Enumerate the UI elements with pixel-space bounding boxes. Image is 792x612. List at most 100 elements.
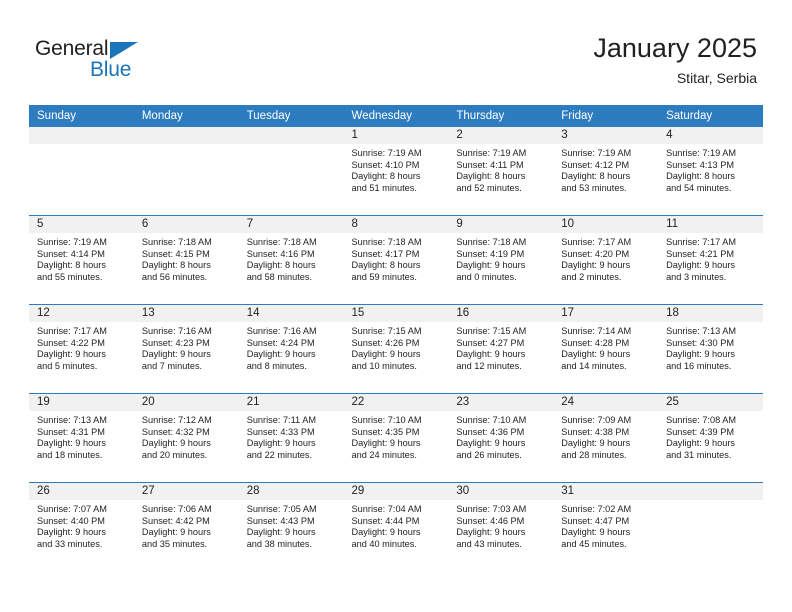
day-cell[interactable]: 11 Sunrise: 7:17 AM Sunset: 4:21 PM Dayligh…	[658, 216, 763, 304]
day-details: Sunrise: 7:04 AM Sunset: 4:44 PM Daylight:…	[344, 500, 449, 550]
empty-day-cell	[133, 127, 239, 215]
day-cell[interactable]: 23 Sunrise: 7:10 AM Sunset: 4:36 PM Dayligh…	[448, 394, 554, 482]
sunset-time: Sunset: 4:44 PM	[351, 515, 420, 526]
day-cell[interactable]: 8 Sunrise: 7:18 AM Sunset: 4:17 PM Daylight…	[343, 216, 449, 304]
sunrise-time: Sunrise: 7:04 AM	[351, 504, 422, 514]
daylight-minutes: and 8 minutes.	[246, 360, 307, 371]
empty-day-cell	[658, 483, 763, 571]
sunset-time: Sunset: 4:22 PM	[37, 337, 105, 348]
day-number: 5	[29, 216, 134, 233]
day-cell[interactable]: 25 Sunrise: 7:08 AM Sunset: 4:39 PM Dayligh…	[658, 394, 763, 482]
sunrise-time: Sunrise: 7:05 AM	[246, 504, 317, 514]
daylight-minutes: and 52 minutes.	[456, 182, 522, 193]
day-details: Sunrise: 7:19 AM Sunset: 4:13 PM Daylight:…	[658, 144, 763, 194]
day-number: 8	[343, 216, 449, 233]
daylight-minutes: and 10 minutes.	[351, 360, 417, 371]
calendar-day-cell: 22 Sunrise: 7:10 AM Sunset: 4:35 PM Dayligh…	[343, 393, 449, 483]
day-cell[interactable]: 27 Sunrise: 7:06 AM Sunset: 4:42 PM Dayligh…	[133, 483, 239, 571]
daylight-minutes: and 55 minutes.	[37, 271, 103, 282]
calendar-day-cell: 6 Sunrise: 7:18 AM Sunset: 4:15 PM Daylight…	[133, 215, 239, 305]
day-cell[interactable]: 18 Sunrise: 7:13 AM Sunset: 4:30 PM Dayligh…	[658, 305, 763, 393]
weekday-header-saturday: Saturday	[658, 105, 763, 127]
day-cell[interactable]: 12 Sunrise: 7:17 AM Sunset: 4:22 PM Dayligh…	[29, 305, 134, 393]
day-cell[interactable]: 30 Sunrise: 7:03 AM Sunset: 4:46 PM Dayligh…	[448, 483, 554, 571]
sunrise-time: Sunrise: 7:06 AM	[141, 504, 212, 514]
sunset-time: Sunset: 4:28 PM	[561, 337, 630, 348]
sunset-time: Sunset: 4:31 PM	[37, 426, 105, 437]
general-blue-logo[interactable]: General Blue	[35, 38, 195, 84]
day-details	[134, 144, 239, 148]
daylight-hours: Daylight: 9 hours	[666, 349, 736, 360]
sunset-time: Sunset: 4:17 PM	[351, 248, 420, 259]
day-details: Sunrise: 7:19 AM Sunset: 4:12 PM Daylight:…	[553, 144, 658, 194]
day-cell[interactable]: 31 Sunrise: 7:02 AM Sunset: 4:47 PM Dayligh…	[553, 483, 659, 571]
page-subtitle: Stitar, Serbia	[676, 70, 757, 86]
day-cell[interactable]: 17 Sunrise: 7:14 AM Sunset: 4:28 PM Dayligh…	[553, 305, 659, 393]
day-cell[interactable]: 15 Sunrise: 7:15 AM Sunset: 4:26 PM Dayligh…	[343, 305, 449, 393]
calendar-day-cell: 11 Sunrise: 7:17 AM Sunset: 4:21 PM Dayligh…	[658, 215, 763, 305]
calendar-body: 1 Sunrise: 7:19 AM Sunset: 4:10 PM Daylight…	[29, 127, 763, 571]
daylight-hours: Daylight: 8 hours	[666, 171, 736, 182]
day-details: Sunrise: 7:18 AM Sunset: 4:19 PM Daylight:…	[448, 233, 553, 283]
sunset-time: Sunset: 4:43 PM	[246, 515, 315, 526]
sunrise-time: Sunrise: 7:03 AM	[456, 504, 527, 514]
day-cell[interactable]: 28 Sunrise: 7:05 AM Sunset: 4:43 PM Dayligh…	[238, 483, 344, 571]
logo-text-general: General	[35, 37, 109, 60]
sunrise-time: Sunrise: 7:10 AM	[351, 415, 422, 425]
day-number: 30	[448, 483, 554, 500]
calendar-day-cell: 20 Sunrise: 7:12 AM Sunset: 4:32 PM Dayligh…	[133, 393, 239, 483]
day-cell[interactable]: 20 Sunrise: 7:12 AM Sunset: 4:32 PM Dayligh…	[133, 394, 239, 482]
calendar-week-row: 19 Sunrise: 7:13 AM Sunset: 4:31 PM Dayligh…	[29, 393, 763, 483]
day-cell[interactable]: 7 Sunrise: 7:18 AM Sunset: 4:16 PM Daylight…	[238, 216, 344, 304]
sunrise-time: Sunrise: 7:13 AM	[666, 326, 737, 336]
calendar-day-cell: 2 Sunrise: 7:19 AM Sunset: 4:11 PM Daylight…	[448, 127, 554, 216]
calendar-day-cell: 10 Sunrise: 7:17 AM Sunset: 4:20 PM Dayligh…	[553, 215, 659, 305]
day-details: Sunrise: 7:16 AM Sunset: 4:24 PM Daylight:…	[239, 322, 344, 372]
page-header: General Blue January 2025 Stitar, Serbia	[0, 0, 792, 100]
day-cell[interactable]: 16 Sunrise: 7:15 AM Sunset: 4:27 PM Dayligh…	[448, 305, 554, 393]
daylight-hours: Daylight: 9 hours	[351, 438, 421, 449]
sunrise-time: Sunrise: 7:17 AM	[561, 237, 632, 247]
day-cell[interactable]: 6 Sunrise: 7:18 AM Sunset: 4:15 PM Daylight…	[133, 216, 239, 304]
day-cell[interactable]: 24 Sunrise: 7:09 AM Sunset: 4:38 PM Dayligh…	[553, 394, 659, 482]
day-cell[interactable]: 4 Sunrise: 7:19 AM Sunset: 4:13 PM Daylight…	[658, 127, 763, 215]
calendar-week-row: 5 Sunrise: 7:19 AM Sunset: 4:14 PM Daylight…	[29, 215, 763, 305]
sunset-time: Sunset: 4:30 PM	[666, 337, 734, 348]
daylight-minutes: and 7 minutes.	[141, 360, 203, 371]
calendar-day-cell	[133, 127, 239, 216]
day-cell[interactable]: 10 Sunrise: 7:17 AM Sunset: 4:20 PM Dayligh…	[553, 216, 659, 304]
daylight-minutes: and 28 minutes.	[561, 449, 627, 460]
calendar-day-cell: 19 Sunrise: 7:13 AM Sunset: 4:31 PM Dayligh…	[29, 393, 134, 483]
daylight-minutes: and 18 minutes.	[37, 449, 103, 460]
sunset-time: Sunset: 4:10 PM	[351, 159, 420, 170]
daylight-minutes: and 38 minutes.	[246, 538, 313, 549]
sunrise-time: Sunrise: 7:11 AM	[246, 415, 316, 425]
calendar-day-cell: 3 Sunrise: 7:19 AM Sunset: 4:12 PM Daylight…	[553, 127, 659, 216]
day-details: Sunrise: 7:18 AM Sunset: 4:15 PM Daylight:…	[134, 233, 239, 283]
calendar-day-cell: 15 Sunrise: 7:15 AM Sunset: 4:26 PM Dayligh…	[343, 304, 449, 394]
day-cell[interactable]: 2 Sunrise: 7:19 AM Sunset: 4:11 PM Daylight…	[448, 127, 554, 215]
day-details: Sunrise: 7:11 AM Sunset: 4:33 PM Daylight:…	[239, 411, 344, 461]
day-cell[interactable]: 3 Sunrise: 7:19 AM Sunset: 4:12 PM Daylight…	[553, 127, 659, 215]
day-cell[interactable]: 19 Sunrise: 7:13 AM Sunset: 4:31 PM Dayligh…	[29, 394, 134, 482]
title-block: January 2025 Stitar, Serbia	[593, 32, 757, 87]
calendar-day-cell: 18 Sunrise: 7:13 AM Sunset: 4:30 PM Dayligh…	[658, 304, 763, 394]
day-cell[interactable]: 13 Sunrise: 7:16 AM Sunset: 4:23 PM Dayligh…	[133, 305, 239, 393]
day-cell[interactable]: 21 Sunrise: 7:11 AM Sunset: 4:33 PM Dayligh…	[238, 394, 344, 482]
day-cell[interactable]: 29 Sunrise: 7:04 AM Sunset: 4:44 PM Dayligh…	[343, 483, 449, 571]
calendar-day-cell: 14 Sunrise: 7:16 AM Sunset: 4:24 PM Dayligh…	[238, 304, 344, 394]
day-cell[interactable]: 14 Sunrise: 7:16 AM Sunset: 4:24 PM Dayligh…	[238, 305, 344, 393]
day-cell[interactable]: 9 Sunrise: 7:18 AM Sunset: 4:19 PM Daylight…	[448, 216, 554, 304]
daylight-minutes: and 58 minutes.	[246, 271, 313, 282]
day-number: 31	[553, 483, 659, 500]
daylight-minutes: and 12 minutes.	[456, 360, 522, 371]
empty-day-cell	[29, 127, 134, 215]
sunset-time: Sunset: 4:19 PM	[456, 248, 525, 259]
sunrise-time: Sunrise: 7:13 AM	[37, 415, 107, 425]
day-cell[interactable]: 5 Sunrise: 7:19 AM Sunset: 4:14 PM Daylight…	[29, 216, 134, 304]
day-cell[interactable]: 1 Sunrise: 7:19 AM Sunset: 4:10 PM Daylight…	[343, 127, 449, 215]
day-cell[interactable]: 26 Sunrise: 7:07 AM Sunset: 4:40 PM Dayligh…	[29, 483, 134, 571]
daylight-hours: Daylight: 9 hours	[351, 527, 421, 538]
day-cell[interactable]: 22 Sunrise: 7:10 AM Sunset: 4:35 PM Dayligh…	[343, 394, 449, 482]
sunset-time: Sunset: 4:12 PM	[561, 159, 630, 170]
